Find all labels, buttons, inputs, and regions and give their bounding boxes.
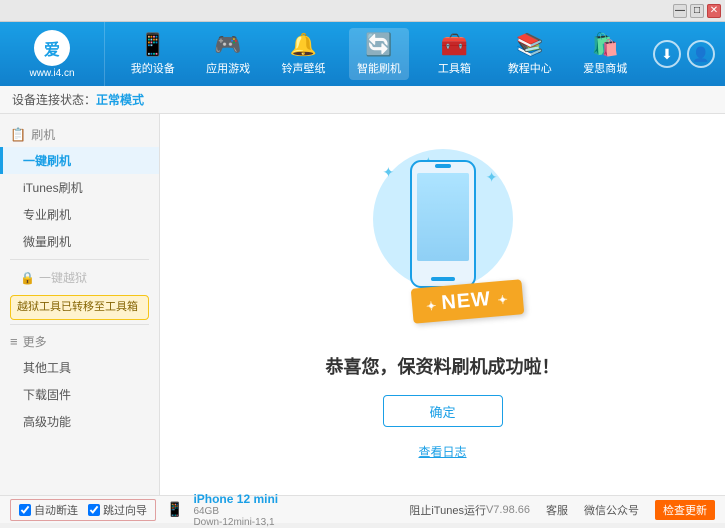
nav-my-device[interactable]: 📱 我的设备 [123, 28, 183, 80]
close-button[interactable]: ✕ [707, 4, 721, 18]
tutorial-icon: 📚 [516, 32, 543, 58]
device-storage: 64GB [193, 506, 278, 517]
pro-flash-label: 专业刷机 [23, 208, 71, 222]
auto-connect-checkbox-item: 自动断连 [19, 502, 78, 518]
auto-connect-checkbox[interactable] [19, 504, 31, 516]
my-device-icon: 📱 [139, 32, 166, 58]
header-actions: ⬇ 👤 [653, 40, 725, 68]
advanced-label: 高级功能 [23, 415, 71, 429]
device-phone-icon: 📱 [166, 501, 183, 518]
bottom-checkboxes: 自动断连 跳过向导 [10, 499, 156, 521]
sidebar: 📋 刷机 一键刷机 iTunes刷机 专业刷机 微量刷机 🔒 一键越狱 越狱工具… [0, 114, 160, 495]
status-bar: 设备连接状态： 正常模式 [0, 86, 725, 114]
sidebar-section-jailbreak: 🔒 一键越狱 [0, 264, 159, 291]
check-update-button[interactable]: 检查更新 [655, 500, 715, 520]
itunes-flash-label: iTunes刷机 [23, 181, 83, 195]
auto-connect-label: 自动断连 [34, 502, 78, 518]
customer-service-link[interactable]: 客服 [546, 502, 568, 518]
jailbreak-label: 一键越狱 [39, 269, 87, 286]
one-key-flash-label: 一键刷机 [23, 154, 71, 168]
user-button[interactable]: 👤 [687, 40, 715, 68]
flash-section-label: 刷机 [31, 126, 55, 143]
skip-wizard-label: 跳过向导 [103, 502, 147, 518]
nav-store[interactable]: 🛍️ 爱思商城 [575, 28, 635, 80]
celebration-container: ✦ ✦ ✦ [326, 149, 560, 460]
nav-toolbox[interactable]: 🧰 工具箱 [424, 28, 484, 80]
other-tools-label: 其他工具 [23, 361, 71, 375]
tutorial-label: 教程中心 [508, 60, 552, 76]
device-firmware: Down-12mini-13,1 [193, 517, 278, 528]
download-button[interactable]: ⬇ [653, 40, 681, 68]
ringtone-label: 铃声壁纸 [282, 60, 326, 76]
bottom-right: V7.98.66 客服 微信公众号 检查更新 [486, 500, 715, 520]
smart-flash-icon: 🔄 [365, 32, 392, 58]
sidebar-item-one-key-flash[interactable]: 一键刷机 [0, 147, 159, 174]
my-device-label: 我的设备 [131, 60, 175, 76]
store-icon: 🛍️ [592, 32, 619, 58]
apps-games-icon: 🎮 [214, 32, 241, 58]
sidebar-divider-2 [10, 324, 149, 325]
sidebar-divider-1 [10, 259, 149, 260]
toolbox-label: 工具箱 [438, 60, 471, 76]
status-value: 正常模式 [96, 91, 144, 108]
nav-ringtone[interactable]: 🔔 铃声壁纸 [274, 28, 334, 80]
logo-icon: 爱 [34, 30, 70, 66]
more-section-label: 更多 [23, 333, 47, 350]
phone-svg [403, 159, 483, 289]
bottom-bar: 自动断连 跳过向导 📱 iPhone 12 mini 64GB Down-12m… [0, 495, 725, 523]
bottom-left: 自动断连 跳过向导 📱 iPhone 12 mini 64GB Down-12m… [10, 492, 409, 528]
toolbox-icon: 🧰 [441, 32, 468, 58]
sidebar-item-other-tools[interactable]: 其他工具 [0, 354, 159, 381]
sidebar-section-more[interactable]: ≡ 更多 [0, 329, 159, 354]
download-firmware-label: 下载固件 [23, 388, 71, 402]
jailbreak-notice: 越狱工具已转移至工具箱 [10, 295, 149, 320]
retry-link[interactable]: 查看日志 [418, 443, 466, 460]
skip-wizard-checkbox-item: 跳过向导 [88, 502, 147, 518]
sidebar-item-keep-data-flash[interactable]: 微量刷机 [0, 228, 159, 255]
logo-area[interactable]: 爱 www.i4.cn [0, 22, 105, 86]
version-label: V7.98.66 [486, 504, 530, 516]
header: 爱 www.i4.cn 📱 我的设备 🎮 应用游戏 🔔 铃声壁纸 🔄 智能刷机 … [0, 22, 725, 86]
sidebar-item-download-firmware[interactable]: 下载固件 [0, 381, 159, 408]
smart-flash-label: 智能刷机 [357, 60, 401, 76]
nav-apps-games[interactable]: 🎮 应用游戏 [198, 28, 258, 80]
minimize-button[interactable]: — [673, 4, 687, 18]
keep-data-flash-label: 微量刷机 [23, 235, 71, 249]
ringtone-icon: 🔔 [290, 32, 317, 58]
status-prefix: 设备连接状态： [12, 91, 96, 108]
logo-url: www.i4.cn [29, 68, 74, 79]
store-label: 爱思商城 [583, 60, 627, 76]
sidebar-item-pro-flash[interactable]: 专业刷机 [0, 201, 159, 228]
phone-illustration: ✦ ✦ ✦ [363, 149, 523, 329]
sparkle-1: ✦ [383, 164, 395, 181]
apps-games-label: 应用游戏 [206, 60, 250, 76]
lock-icon: 🔒 [20, 271, 35, 285]
maximize-button[interactable]: □ [690, 4, 704, 18]
content-area: ✦ ✦ ✦ [160, 114, 725, 495]
main-layout: 📋 刷机 一键刷机 iTunes刷机 专业刷机 微量刷机 🔒 一键越狱 越狱工具… [0, 114, 725, 495]
sidebar-item-advanced[interactable]: 高级功能 [0, 408, 159, 435]
sidebar-section-flash[interactable]: 📋 刷机 [0, 122, 159, 147]
device-name: iPhone 12 mini [193, 492, 278, 506]
nav-smart-flash[interactable]: 🔄 智能刷机 [349, 28, 409, 80]
nav-tutorial[interactable]: 📚 教程中心 [500, 28, 560, 80]
sidebar-item-itunes-flash[interactable]: iTunes刷机 [0, 174, 159, 201]
more-section-icon: ≡ [10, 334, 18, 349]
device-info: iPhone 12 mini 64GB Down-12mini-13,1 [193, 492, 278, 528]
confirm-button[interactable]: 确定 [383, 395, 503, 427]
stop-itunes[interactable]: 阻止iTunes运行 [409, 502, 486, 518]
wechat-link[interactable]: 微信公众号 [584, 502, 639, 518]
title-bar: — □ ✕ [0, 0, 725, 22]
nav-bar: 📱 我的设备 🎮 应用游戏 🔔 铃声壁纸 🔄 智能刷机 🧰 工具箱 📚 教程中心… [105, 22, 653, 86]
skip-wizard-checkbox[interactable] [88, 504, 100, 516]
flash-section-icon: 📋 [10, 127, 26, 143]
success-text: 恭喜您，保资料刷机成功啦！ [326, 353, 560, 379]
sparkle-3: ✦ [486, 169, 498, 186]
